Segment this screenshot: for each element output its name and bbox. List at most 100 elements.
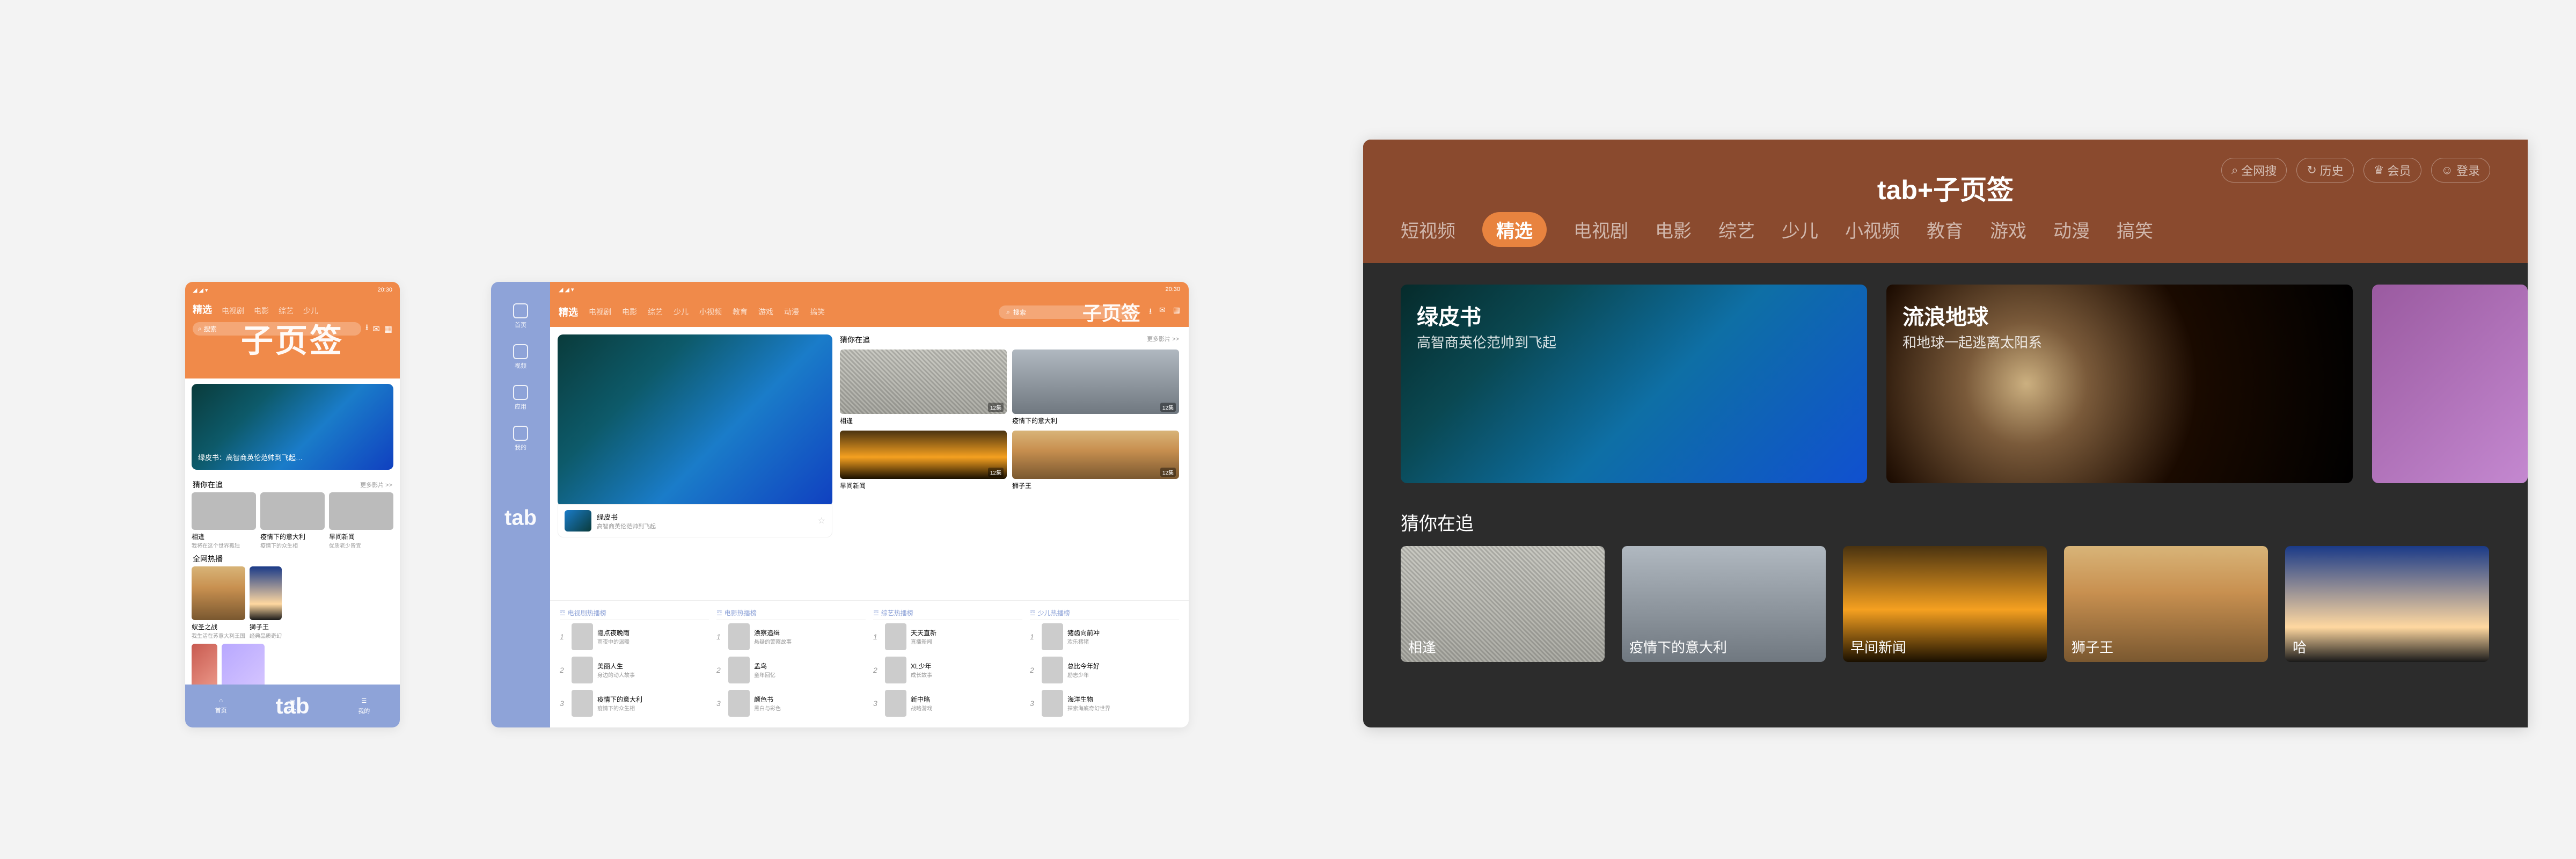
topbar-tab[interactable]: 动漫 — [784, 307, 799, 317]
tablet-hero[interactable] — [558, 334, 832, 506]
subtab-item[interactable]: 综艺 — [279, 305, 294, 316]
bottom-tab-video[interactable]: ▣tab — [257, 685, 328, 727]
side-nav-item[interactable]: 我的 — [513, 426, 528, 452]
rank-header[interactable]: ☲电影热播榜 — [716, 608, 866, 620]
rank-item[interactable]: 2美丽人生身边的动人故事 — [560, 653, 709, 687]
video-card[interactable]: 蚁圣之战我生活在苏意大利王国 — [192, 566, 245, 639]
side-nav-item[interactable]: 首页 — [513, 303, 528, 329]
video-card[interactable]: 狮子王 — [2064, 546, 2268, 662]
tv-hero-card[interactable]: 流浪地球 和地球一起逃离太阳系 — [1886, 285, 2353, 483]
tv-chip-history[interactable]: ↻历史 — [2296, 158, 2353, 183]
subtab-item[interactable]: 电视剧 — [222, 305, 244, 316]
video-card[interactable]: 疫情下的意大利疫情下的众生相 — [260, 492, 325, 549]
nav-label: 应用 — [515, 402, 526, 411]
rank-header[interactable]: ☲综艺热播榜 — [873, 608, 1022, 620]
rank-header[interactable]: ☲少儿热播榜 — [1030, 608, 1179, 620]
tablet-right-column: 猜你在追 更多影片 >> 12集相逢12集疫情下的意大利12集早间新闻12集狮子… — [840, 327, 1189, 600]
video-card[interactable]: 哈 — [2285, 546, 2489, 662]
rank-item[interactable]: 1漂察追缉悬疑的警察故事 — [716, 620, 866, 653]
tv-chip-user[interactable]: ☺登录 — [2431, 158, 2490, 183]
tv-tab[interactable]: 精选 — [1482, 212, 1547, 247]
rank-number: 3 — [560, 699, 567, 708]
video-card[interactable]: 12集疫情下的意大利 — [1012, 350, 1179, 425]
search-input[interactable]: ⌕ 搜索 — [193, 322, 361, 336]
video-card[interactable]: 12集早间新闻 — [840, 431, 1007, 490]
tv-chip-vip[interactable]: ♛会员 — [2363, 158, 2421, 183]
rank-title: 新中略 — [911, 695, 932, 704]
rank-item[interactable]: 3疫情下的意大利疫情下的众生相 — [560, 687, 709, 720]
tv-tab[interactable]: 短视频 — [1401, 216, 1455, 243]
chip-label: 历史 — [2320, 162, 2344, 179]
subtab-item[interactable]: 少儿 — [303, 305, 318, 316]
video-card[interactable]: 早间新闻 — [1843, 546, 2047, 662]
thumbnail — [728, 690, 750, 717]
bottom-tab-me[interactable]: ☰我的 — [328, 685, 400, 727]
badge: 12集 — [1160, 468, 1176, 477]
video-card[interactable]: 12集相逢 — [840, 350, 1007, 425]
topbar-tab[interactable]: 电影 — [622, 307, 637, 317]
thumbnail — [192, 566, 245, 620]
topbar-tab[interactable]: 小视频 — [699, 307, 722, 317]
rank-item[interactable]: 2总比今年好励志少年 — [1030, 653, 1179, 687]
rank-number: 1 — [560, 632, 567, 641]
tv-tab[interactable]: 动漫 — [2053, 216, 2090, 243]
topbar-tab[interactable]: 搞笑 — [810, 307, 825, 317]
rank-item[interactable]: 1猪齿向前冲欢乐猪猪 — [1030, 620, 1179, 653]
rank-item[interactable]: 1天天直新直播新闻 — [873, 620, 1022, 653]
rank-header[interactable]: ☲电视剧热播榜 — [560, 608, 709, 620]
tv-chip-search[interactable]: ⌕全网搜 — [2221, 158, 2287, 183]
rank-item[interactable]: 3新中略战略游戏 — [873, 687, 1022, 720]
tv-tab[interactable]: 综艺 — [1718, 216, 1755, 243]
tv-tab[interactable]: 教育 — [1927, 216, 1963, 243]
rank-item[interactable]: 2孟鸟童年回忆 — [716, 653, 866, 687]
topbar-tab[interactable]: 少儿 — [674, 307, 689, 317]
tv-top-row: tab+子页签 ⌕全网搜↻历史♛会员☺登录 短视频精选电视剧电影综艺少儿小视频教… — [1363, 140, 2528, 263]
tv-tab[interactable]: 游戏 — [1990, 216, 2026, 243]
tv-tab[interactable]: 搞笑 — [2117, 216, 2153, 243]
video-card[interactable]: 相逢 — [1401, 546, 1605, 662]
rank-item[interactable]: 1隐点夜晚雨雨夜中的温暖 — [560, 620, 709, 653]
phone-hero[interactable]: 绿皮书：高智商英伦范帅到飞起… — [192, 384, 393, 470]
video-card[interactable]: 12集狮子王 — [1012, 431, 1179, 490]
tv-tab[interactable]: 少儿 — [1782, 216, 1818, 243]
message-icon[interactable]: ✉ — [372, 324, 379, 334]
tv-hero-card[interactable]: 绿皮书 高智商英伦范帅到飞起 — [1401, 285, 1867, 483]
rank-number: 2 — [560, 666, 567, 674]
hero-thumb — [565, 510, 591, 532]
message-icon[interactable]: ✉ — [1159, 305, 1166, 318]
video-card[interactable]: 疫情下的意大利 — [1622, 546, 1826, 662]
video-card[interactable]: 相逢我将在这个世界孤独 — [192, 492, 256, 549]
hero-subtitle: 和地球一起逃离太阳系 — [1902, 332, 2042, 352]
thumbnail: 12集 — [1012, 350, 1179, 414]
card-title: 狮子王 — [250, 622, 282, 631]
rank-item[interactable]: 2XL少年成长故事 — [873, 653, 1022, 687]
topbar-tab[interactable]: 电视剧 — [589, 307, 611, 317]
download-icon[interactable]: ⭳ — [1149, 305, 1152, 318]
grid-icon[interactable]: ▦ — [384, 324, 392, 334]
hero-subtitle: 高智商英伦范帅到飞起 — [597, 522, 656, 530]
tv-tab[interactable]: 电视剧 — [1574, 216, 1628, 243]
bottom-tab-home[interactable]: ⌂首页 — [185, 685, 257, 727]
thumbnail: 12集 — [840, 350, 1007, 414]
subtab-item[interactable]: 精选 — [193, 302, 212, 316]
video-card[interactable]: 早间新闻优质老少皆宜 — [329, 492, 393, 549]
topbar-tab[interactable]: 综艺 — [648, 307, 663, 317]
rank-number: 2 — [1030, 666, 1037, 674]
tv-hero-card[interactable] — [2372, 285, 2528, 483]
tv-tab[interactable]: 电影 — [1655, 216, 1692, 243]
tv-tab[interactable]: 小视频 — [1845, 216, 1900, 243]
more-link[interactable]: 更多影片 >> — [1147, 334, 1179, 345]
star-icon[interactable]: ☆ — [818, 515, 825, 526]
topbar-tab[interactable]: 精选 — [559, 305, 578, 319]
video-card[interactable]: 狮子王经典品质奇幻 — [250, 566, 282, 639]
topbar-tab[interactable]: 教育 — [733, 307, 748, 317]
subtab-item[interactable]: 电影 — [254, 305, 269, 316]
rank-item[interactable]: 3海洋生物探索海底奇幻世界 — [1030, 687, 1179, 720]
rank-item[interactable]: 3颜色书黑白与彩色 — [716, 687, 866, 720]
side-nav-item[interactable]: 应用 — [513, 385, 528, 411]
topbar-tab[interactable]: 游戏 — [758, 307, 773, 317]
download-icon[interactable]: ⭳ — [365, 322, 369, 336]
side-nav-item[interactable]: 视频 — [513, 344, 528, 370]
grid-icon[interactable]: ▦ — [1173, 305, 1180, 318]
more-link[interactable]: 更多影片 >> — [360, 481, 392, 489]
